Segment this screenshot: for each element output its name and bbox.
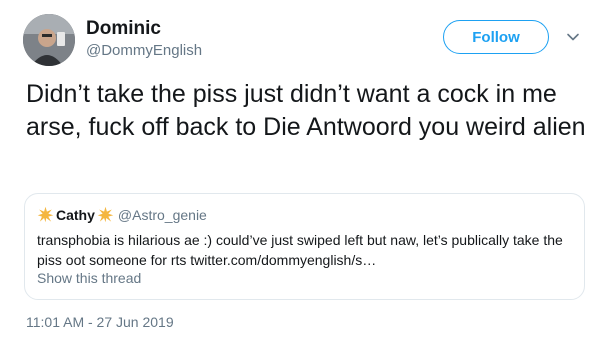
author-handle[interactable]: @DommyEnglish bbox=[86, 42, 202, 59]
quoted-tweet[interactable]: Cathy @Astro_genie transphobia is hilari… bbox=[24, 193, 585, 300]
quoted-tweet-text: transphobia is hilarious ae :) could’ve … bbox=[37, 232, 563, 268]
avatar[interactable] bbox=[23, 14, 75, 66]
author-name[interactable]: Dominic bbox=[86, 18, 161, 40]
show-thread-link[interactable]: Show this thread bbox=[37, 270, 141, 286]
quoted-author-name[interactable]: Cathy bbox=[56, 207, 95, 223]
tweet-text: Didn’t take the piss just didn’t want a … bbox=[26, 80, 586, 141]
quoted-author-handle[interactable]: @Astro_genie bbox=[118, 207, 207, 223]
chevron-down-icon[interactable] bbox=[566, 30, 580, 44]
star-icon bbox=[97, 206, 114, 223]
quoted-tweet-header: Cathy @Astro_genie bbox=[37, 206, 207, 223]
star-icon bbox=[37, 206, 54, 223]
follow-button[interactable]: Follow bbox=[443, 20, 549, 54]
tweet-timestamp[interactable]: 11:01 AM - 27 Jun 2019 bbox=[26, 314, 174, 330]
